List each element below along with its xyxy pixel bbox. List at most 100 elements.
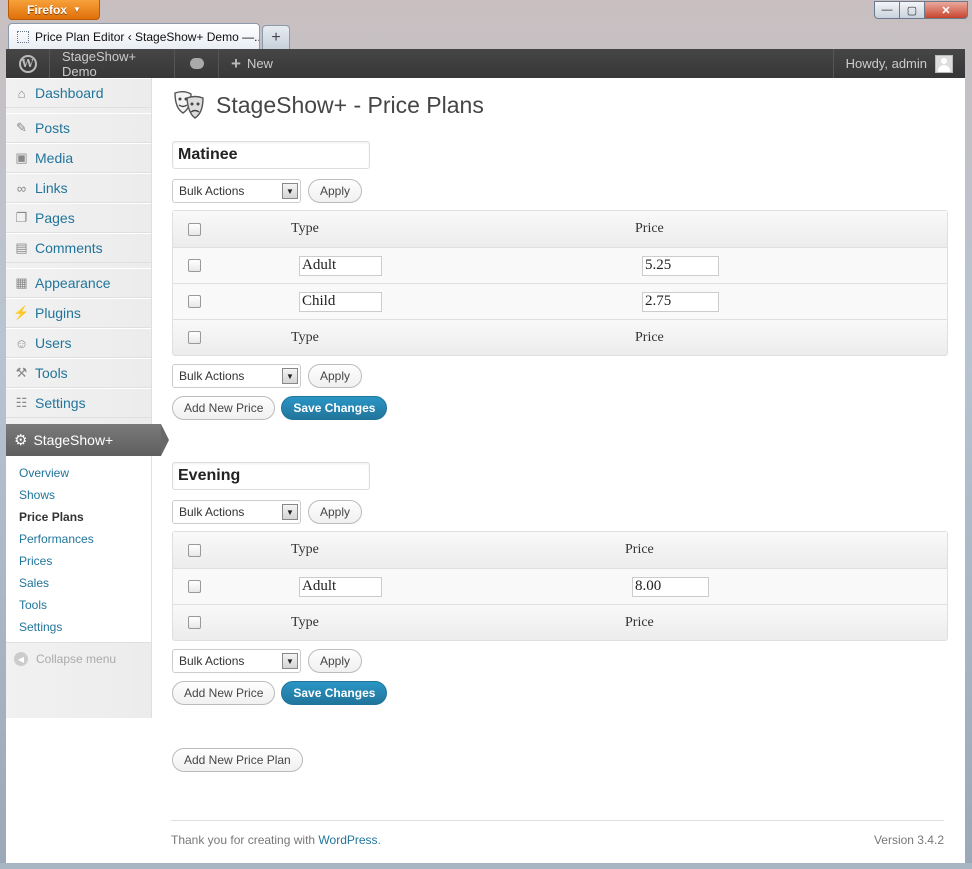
- column-footer-type: Type: [291, 614, 319, 630]
- sidebar-item-posts[interactable]: ✎ Posts: [6, 113, 151, 143]
- bulk-actions-select[interactable]: Bulk Actions ▼: [172, 500, 301, 524]
- price-table: Type Price Adult 5.25 Child 2.75 Type Pr…: [172, 210, 948, 356]
- collapse-menu-button[interactable]: ◀ Collapse menu: [6, 643, 151, 675]
- close-window-button[interactable]: ✕: [924, 1, 968, 19]
- settings-icon: ☷: [15, 395, 28, 410]
- sidebar-item-label: Appearance: [35, 275, 111, 291]
- media-icon: ▣: [15, 150, 28, 165]
- avatar: [935, 54, 953, 73]
- bulk-actions-select[interactable]: Bulk Actions ▼: [172, 179, 301, 203]
- tools-icon: ⚒: [15, 365, 28, 380]
- select-all-checkbox[interactable]: [188, 222, 201, 236]
- wordpress-link[interactable]: WordPress: [318, 833, 377, 847]
- dashboard-icon: ⌂: [17, 85, 26, 101]
- sidebar-item-appearance[interactable]: ▦ Appearance: [6, 268, 151, 298]
- apply-button[interactable]: Apply: [308, 649, 363, 673]
- new-content-menu[interactable]: + New: [219, 49, 285, 78]
- bulk-actions-select[interactable]: Bulk Actions ▼: [172, 364, 301, 388]
- sidebar-item-links[interactable]: ∞ Links: [6, 173, 151, 203]
- sidebar-item-label: Comments: [35, 240, 103, 256]
- chevron-down-icon: ▼: [282, 653, 298, 669]
- wordpress-icon: W: [18, 54, 37, 73]
- tab-strip: Price Plan Editor ‹ StageShow+ Demo —...…: [8, 23, 290, 49]
- comments-link[interactable]: [175, 49, 219, 78]
- row-checkbox[interactable]: [188, 259, 201, 272]
- howdy-label: Howdy, admin: [845, 56, 927, 71]
- admin-page: ⌂ Dashboard ✎ Posts ▣ Media ∞ Links ❐ Pa…: [6, 78, 965, 863]
- page-title: StageShow+ - Price Plans: [216, 91, 484, 118]
- submenu-sales[interactable]: Sales: [6, 572, 151, 594]
- add-new-price-button[interactable]: Add New Price: [172, 681, 276, 705]
- save-changes-button[interactable]: Save Changes: [281, 396, 388, 420]
- maximize-button[interactable]: ▢: [899, 1, 925, 19]
- minimize-button[interactable]: —: [874, 1, 900, 19]
- column-footer-type: Type: [291, 329, 319, 345]
- submenu-prices[interactable]: Prices: [6, 550, 151, 572]
- price-value-input[interactable]: 5.25: [642, 255, 719, 276]
- account-menu[interactable]: Howdy, admin: [832, 49, 965, 78]
- sidebar-item-dashboard[interactable]: ⌂ Dashboard: [6, 78, 151, 108]
- sidebar-item-users[interactable]: ☺ Users: [6, 328, 151, 358]
- sidebar-item-label: StageShow+: [33, 432, 114, 448]
- submenu-price-plans[interactable]: Price Plans: [6, 506, 151, 528]
- column-header-price: Price: [625, 542, 654, 557]
- column-header-price: Price: [635, 221, 664, 236]
- table-footer: Type Price: [173, 604, 947, 640]
- add-new-price-plan-button[interactable]: Add New Price Plan: [172, 748, 303, 772]
- select-all-checkbox[interactable]: [188, 616, 201, 629]
- submenu-performances[interactable]: Performances: [6, 528, 151, 550]
- sidebar-item-media[interactable]: ▣ Media: [6, 143, 151, 173]
- row-checkbox[interactable]: [188, 580, 201, 593]
- price-type-input[interactable]: Child: [299, 291, 382, 312]
- bulk-actions-value: Bulk Actions: [179, 654, 245, 668]
- sidebar-item-label: Pages: [35, 210, 75, 226]
- table-row: Adult 8.00: [173, 568, 947, 604]
- sidebar-item-settings[interactable]: ☷ Settings: [6, 388, 151, 418]
- plan-name-input[interactable]: Evening: [172, 462, 370, 490]
- new-tab-button[interactable]: +: [262, 25, 290, 49]
- select-all-checkbox[interactable]: [188, 331, 201, 344]
- sidebar-item-label: Dashboard: [35, 85, 104, 101]
- window-controls: — ▢ ✕: [874, 1, 968, 19]
- submenu-shows[interactable]: Shows: [6, 484, 151, 506]
- chevron-down-icon: ▼: [282, 504, 298, 520]
- save-changes-button[interactable]: Save Changes: [281, 681, 388, 705]
- submenu-overview[interactable]: Overview: [6, 462, 151, 484]
- page-header: StageShow+ - Price Plans: [172, 88, 484, 122]
- select-all-checkbox[interactable]: [188, 543, 201, 557]
- bulk-actions-value: Bulk Actions: [179, 184, 245, 198]
- sidebar-item-stageshow[interactable]: ⚙ StageShow+: [6, 424, 169, 456]
- sidebar-item-tools[interactable]: ⚒ Tools: [6, 358, 151, 388]
- apply-button[interactable]: Apply: [308, 364, 363, 388]
- browser-tab-title: Price Plan Editor ‹ StageShow+ Demo —...: [35, 29, 260, 44]
- table-header: Type Price: [173, 532, 947, 568]
- pages-icon: ❐: [15, 210, 28, 225]
- admin-sidebar: ⌂ Dashboard ✎ Posts ▣ Media ∞ Links ❐ Pa…: [6, 78, 169, 718]
- browser-tab[interactable]: Price Plan Editor ‹ StageShow+ Demo —...: [8, 23, 260, 49]
- page-icon: [17, 30, 29, 43]
- gear-icon: ⚙: [14, 432, 28, 449]
- price-value-input[interactable]: 2.75: [642, 291, 719, 312]
- add-new-price-button[interactable]: Add New Price: [172, 396, 276, 420]
- price-value-input[interactable]: 8.00: [632, 576, 709, 597]
- bulk-actions-select[interactable]: Bulk Actions ▼: [172, 649, 301, 673]
- chevron-down-icon: ▼: [282, 368, 298, 384]
- apply-button[interactable]: Apply: [308, 179, 363, 203]
- firefox-menu-button[interactable]: Firefox ▼: [8, 0, 100, 20]
- sidebar-item-pages[interactable]: ❐ Pages: [6, 203, 151, 233]
- wordpress-menu[interactable]: W: [6, 49, 50, 78]
- bulk-actions-value: Bulk Actions: [179, 505, 245, 519]
- footer-period: .: [377, 833, 381, 847]
- apply-button[interactable]: Apply: [308, 500, 363, 524]
- row-checkbox[interactable]: [188, 295, 201, 308]
- price-type-input[interactable]: Adult: [299, 255, 382, 276]
- column-footer-price: Price: [625, 614, 654, 630]
- plan-name-input[interactable]: Matinee: [172, 141, 370, 169]
- sidebar-item-plugins[interactable]: ⚡ Plugins: [6, 298, 151, 328]
- site-name-link[interactable]: StageShow+ Demo: [50, 49, 175, 79]
- submenu-tools[interactable]: Tools: [6, 594, 151, 616]
- submenu-settings[interactable]: Settings: [6, 616, 151, 638]
- footer-thanks: Thank you for creating with: [171, 833, 316, 847]
- sidebar-item-comments[interactable]: ▤ Comments: [6, 233, 151, 263]
- price-type-input[interactable]: Adult: [299, 576, 382, 597]
